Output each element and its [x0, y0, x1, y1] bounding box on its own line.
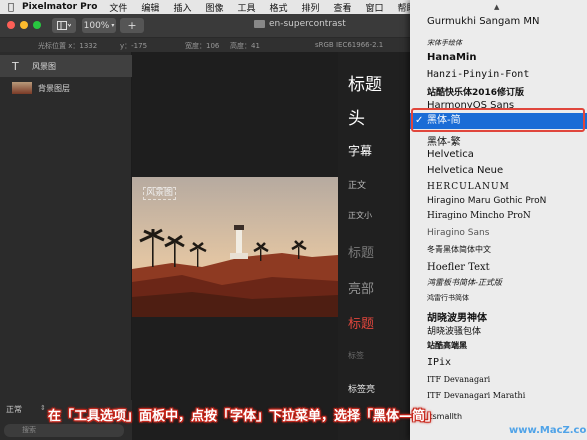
layer-item-text[interactable]: T 风景图	[0, 55, 132, 77]
menu-image[interactable]: 图像	[205, 1, 223, 14]
layer-search-input[interactable]: 搜索	[4, 424, 124, 437]
font-dropdown-menu: ▲ Gurmukhi Sangam MN 宋体手绘体 HanaMin Hanzi…	[410, 0, 587, 440]
text-layer-icon: T	[12, 59, 19, 73]
document-title-text: en-supercontrast	[269, 19, 346, 29]
font-item[interactable]: Hoefler Text	[410, 262, 587, 273]
cursor-y-readout: y：-175	[120, 42, 148, 50]
font-item[interactable]: 站酷高端黑	[410, 340, 587, 351]
tutorial-caption: 在「工具选项」面板中，点按「字体」下拉菜单，选择「黑体—简」	[48, 409, 439, 424]
layer-name: 风景图	[32, 61, 56, 71]
font-item[interactable]: 冬青黑体简体中文	[410, 244, 587, 255]
font-item[interactable]: Hiragino Maru Gothic ProN	[410, 196, 587, 206]
zoom-value: 100%	[83, 20, 110, 31]
menu-edit[interactable]: 编辑	[141, 1, 159, 14]
font-item[interactable]: 胡晓波骚包体	[410, 324, 587, 337]
document-icon	[254, 20, 265, 28]
scroll-up-icon[interactable]: ▲	[494, 3, 499, 11]
menu-view[interactable]: 查看	[334, 1, 352, 14]
font-item[interactable]: HERCULANUM	[410, 182, 587, 192]
style-label-bright[interactable]: 标签亮	[348, 382, 375, 395]
style-highlight[interactable]: 亮部	[348, 278, 374, 297]
font-item[interactable]: 宋体手绘体	[410, 38, 587, 48]
style-title-red[interactable]: 标题	[348, 313, 374, 332]
style-label[interactable]: 标签	[348, 350, 364, 361]
height-readout: 高度：41	[230, 42, 260, 50]
style-subtitle[interactable]: 字幕	[348, 142, 372, 159]
window-toolbar: 100% ▾ + en-supercontrast	[0, 14, 410, 38]
font-item[interactable]: 胡晓波男神体	[410, 309, 587, 324]
layer-item-background[interactable]: 背景图层	[0, 77, 132, 99]
style-title[interactable]: 标题	[348, 70, 382, 95]
style-heading[interactable]: 头	[348, 104, 365, 129]
font-item[interactable]: Hiragino Sans	[410, 228, 587, 238]
menu-insert[interactable]: 插入	[173, 1, 191, 14]
font-item[interactable]: Hanzi-Pinyin-Font	[410, 69, 587, 80]
image-layer-thumbnail	[12, 82, 32, 94]
style-body-small[interactable]: 正文小	[348, 210, 372, 221]
font-item[interactable]: ITF Devanagari	[410, 375, 587, 384]
app-menu[interactable]: Pixelmator Pro	[22, 2, 97, 12]
layer-name: 背景图层	[38, 83, 70, 93]
watermark: www.MacZ.com	[509, 425, 587, 436]
font-item[interactable]: Helvetica	[410, 149, 587, 160]
text-styles-panel: 标题 头 字幕 正文 正文小 标题 亮部 标题 标签 标签亮	[338, 52, 410, 440]
font-item[interactable]: Gurmukhi Sangam MN	[410, 16, 587, 27]
font-item[interactable]: IPix	[410, 357, 587, 368]
font-item[interactable]: Helvetica Neue	[410, 165, 587, 176]
sidebar-icon	[57, 21, 71, 30]
document-title: en-supercontrast	[254, 19, 346, 29]
menu-arrange[interactable]: 排列	[302, 1, 320, 14]
highlight-box	[411, 108, 585, 132]
font-item[interactable]: 鸿雷板书简体-正式版	[410, 277, 587, 288]
menu-window[interactable]: 窗口	[366, 1, 384, 14]
font-item[interactable]: 站酷快乐体2016修订版	[410, 85, 587, 98]
layers-panel: T 风景图 背景图层	[0, 52, 132, 440]
zoom-select[interactable]: 100% ▾	[82, 18, 116, 33]
zoom-window-icon[interactable]	[33, 21, 41, 29]
font-item[interactable]: HanaMin	[410, 52, 587, 63]
close-window-icon[interactable]	[7, 21, 15, 29]
add-button[interactable]: +	[120, 18, 144, 33]
minimize-window-icon[interactable]	[20, 21, 28, 29]
chevron-updown-icon: ⇕	[40, 404, 46, 412]
cursor-x-readout: 光标位置 x：1332	[38, 42, 98, 50]
font-item[interactable]: ITF Devanagari Marathi	[410, 391, 587, 400]
font-item[interactable]: Hiragino Mincho ProN	[410, 211, 587, 221]
style-title-dim[interactable]: 标题	[348, 242, 374, 261]
blend-mode-select[interactable]: 正常	[6, 404, 22, 415]
sidebar-toggle-button[interactable]	[52, 18, 76, 33]
menu-tools[interactable]: 工具	[237, 1, 255, 14]
menu-file[interactable]: 文件	[109, 1, 127, 14]
text-layer-on-canvas[interactable]: 风景图	[143, 187, 177, 200]
font-item[interactable]: 黑体-繁	[410, 133, 587, 148]
menu-format[interactable]: 格式	[269, 1, 287, 14]
width-readout: 宽度：106	[185, 42, 220, 50]
apple-menu-icon[interactable]: 	[0, 2, 22, 13]
info-bar: 光标位置 x：1332 y：-175 宽度：106 高度：41 sRGB IEC…	[0, 38, 410, 52]
style-body[interactable]: 正文	[348, 178, 366, 191]
color-profile-readout: sRGB IEC61966-2.1	[315, 41, 384, 49]
font-item[interactable]: 鸿雷行书简体	[410, 293, 587, 303]
chevron-down-icon: ▾	[111, 22, 115, 29]
